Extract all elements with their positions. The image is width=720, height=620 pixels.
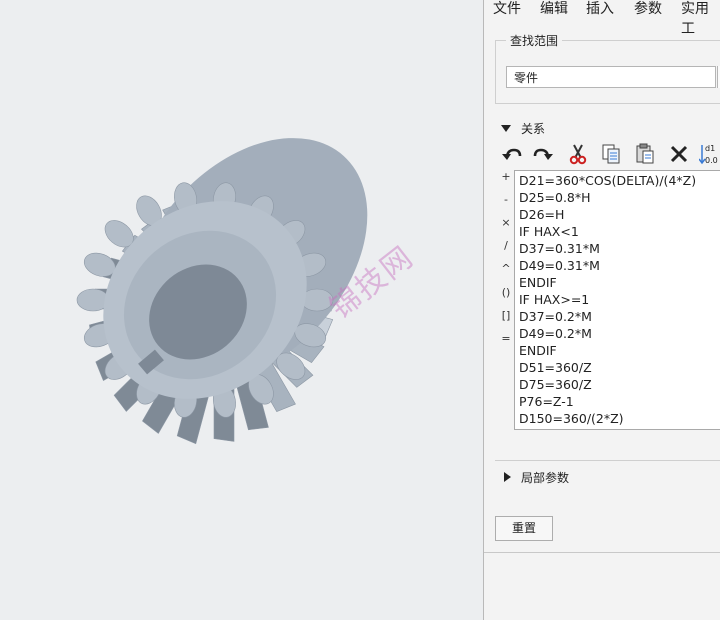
svg-text:0.0: 0.0 (705, 156, 718, 165)
section-divider (495, 460, 720, 461)
relation-line: IF HAX<1 (519, 224, 579, 239)
operator-minus[interactable]: - (499, 193, 513, 206)
svg-text:d1: d1 (705, 144, 715, 153)
menu-edit[interactable]: 编辑 (540, 0, 568, 18)
cut-icon[interactable] (565, 141, 591, 167)
relation-line: P76=Z-1 (519, 394, 574, 409)
operator-parens[interactable]: () (499, 286, 513, 299)
sort-relations-icon[interactable]: d1 0.0 (697, 141, 720, 167)
local-params-toggle[interactable]: 局部参数 (504, 469, 569, 485)
search-scope-group: 查找范围 零件 (495, 32, 720, 104)
panel-footer-divider (484, 552, 720, 553)
menu-params[interactable]: 参数 (634, 0, 662, 18)
menu-utilities[interactable]: 实用工 (681, 0, 720, 38)
relations-section-toggle[interactable]: 关系 (501, 120, 545, 136)
copy-icon[interactable] (598, 141, 624, 167)
operator-brackets[interactable]: [] (499, 309, 513, 322)
relation-line: ENDIF (519, 275, 557, 290)
menu-bar: 文件 编辑 插入 参数 实用工 (484, 0, 720, 37)
operator-divide[interactable]: / (499, 239, 513, 252)
scope-select[interactable]: 零件 (506, 66, 716, 88)
relation-line: D25=0.8*H (519, 190, 591, 205)
relation-line: D37=0.2*M (519, 309, 592, 324)
operator-plus[interactable]: + (499, 170, 513, 183)
model-viewport[interactable]: 锦技网 (0, 0, 483, 620)
relation-line: D37=0.31*M (519, 241, 600, 256)
relation-line: D75=360/Z (519, 377, 592, 392)
operator-equals[interactable]: = (499, 332, 513, 345)
redo-icon[interactable] (530, 141, 556, 167)
relation-line: D150=360/(2*Z) (519, 411, 624, 426)
undo-icon[interactable] (499, 141, 525, 167)
local-params-title: 局部参数 (521, 470, 570, 485)
delete-icon[interactable] (666, 141, 692, 167)
operator-multiply[interactable]: × (499, 216, 513, 229)
expand-triangle-icon (504, 472, 511, 482)
operator-power[interactable]: ^ (499, 262, 513, 275)
reset-button[interactable]: 重置 (495, 516, 553, 541)
paste-icon[interactable] (632, 141, 658, 167)
relation-line: D21=360*COS(DELTA)/(4*Z) (519, 173, 697, 188)
relation-line: IF HAX>=1 (519, 292, 590, 307)
relations-panel: 文件 编辑 插入 参数 实用工 查找范围 零件 关系 d1 0.0 + - × … (483, 0, 720, 620)
relation-line: D49=0.31*M (519, 258, 600, 273)
collapse-triangle-icon (501, 124, 511, 132)
search-scope-legend: 查找范围 (506, 32, 563, 49)
relation-line: D51=360/Z (519, 360, 592, 375)
relations-section-title: 关系 (521, 121, 546, 136)
menu-file[interactable]: 文件 (493, 0, 521, 18)
menu-insert[interactable]: 插入 (586, 0, 614, 18)
relation-line: ENDIF (519, 343, 557, 358)
relation-line: D26=H (519, 207, 565, 222)
relation-line: D49=0.2*M (519, 326, 592, 341)
relations-editor[interactable]: D21=360*COS(DELTA)/(4*Z) D25=0.8*H D26=H… (514, 170, 720, 430)
bevel-gear-model (76, 138, 368, 445)
